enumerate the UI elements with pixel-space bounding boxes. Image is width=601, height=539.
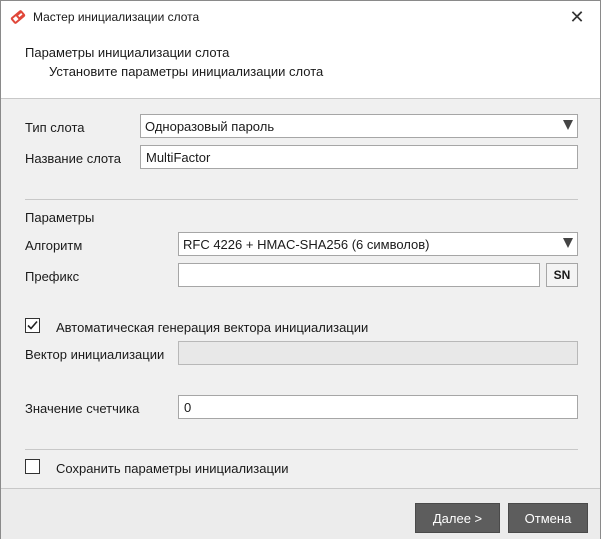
window-title: Мастер инициализации слота [33, 10, 200, 24]
prefix-label: Префикс [25, 269, 80, 284]
close-button[interactable]: ✕ [554, 1, 600, 34]
title-bar: Мастер инициализации слота ✕ [1, 1, 600, 34]
counter-label: Значение счетчика [25, 401, 140, 416]
page-subtitle: Установите параметры инициализации слота [49, 64, 324, 79]
dropdown-arrow-icon [563, 120, 573, 130]
divider [25, 449, 578, 450]
checkmark-icon [27, 320, 38, 330]
iv-label: Вектор инициализации [25, 347, 165, 362]
iv-input[interactable] [178, 341, 578, 365]
divider [25, 199, 578, 200]
next-button[interactable]: Далее > [415, 503, 500, 533]
prefix-input[interactable] [178, 263, 540, 287]
slot-name-input[interactable] [140, 145, 578, 169]
slot-type-value: Одноразовый пароль [145, 119, 275, 134]
wizard-window: Мастер инициализации слота ✕ Параметры и… [0, 0, 601, 539]
algorithm-value: RFC 4226 + HMAC-SHA256 (6 символов) [183, 237, 430, 252]
save-params-label: Сохранить параметры инициализации [56, 461, 289, 476]
dropdown-arrow-icon [563, 238, 573, 248]
slot-type-select[interactable]: Одноразовый пароль [140, 114, 578, 138]
cancel-button[interactable]: Отмена [508, 503, 588, 533]
auto-iv-checkbox[interactable] [25, 318, 40, 333]
sn-button[interactable]: SN [546, 263, 578, 287]
slot-type-label: Тип слота [25, 120, 85, 135]
algorithm-select[interactable]: RFC 4226 + HMAC-SHA256 (6 символов) [178, 232, 578, 256]
dialog-footer: Далее > Отмена [1, 488, 600, 539]
close-icon: ✕ [569, 7, 585, 27]
auto-iv-label: Автоматическая генерация вектора инициал… [56, 320, 369, 335]
slot-name-label: Название слота [25, 151, 121, 166]
save-params-checkbox[interactable] [25, 459, 40, 474]
app-token-icon [10, 10, 26, 24]
page-title: Параметры инициализации слота [25, 45, 230, 60]
params-section-label: Параметры [25, 210, 95, 225]
wizard-header: Параметры инициализации слота Установите… [1, 34, 600, 99]
algorithm-label: Алгоритм [25, 238, 83, 253]
counter-input[interactable] [178, 395, 578, 419]
